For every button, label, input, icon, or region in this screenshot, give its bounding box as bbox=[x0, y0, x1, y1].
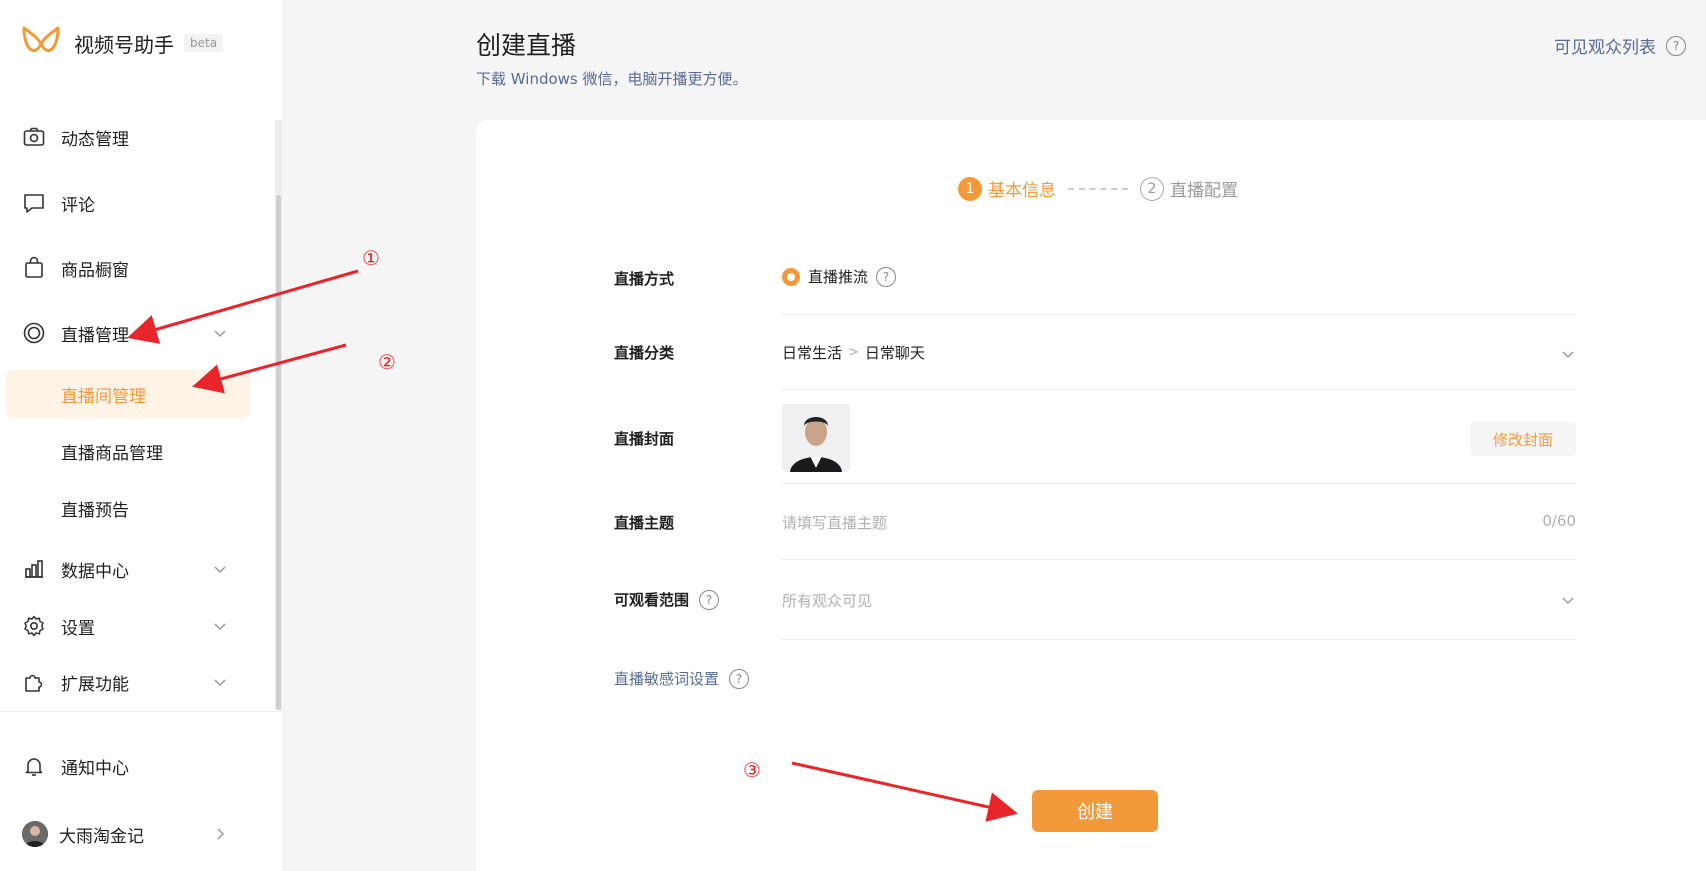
page-title: 创建直播 bbox=[476, 31, 577, 60]
sidebar-item-posts[interactable]: 动态管理 bbox=[0, 111, 282, 163]
topic-input[interactable]: 直播主题 请填写直播主题 0/60 bbox=[614, 510, 1576, 534]
sidebar-subitem-label: 直播预告 bbox=[61, 500, 129, 521]
puzzle-icon bbox=[25, 674, 43, 692]
topic-char-counter: 0/60 bbox=[1542, 512, 1576, 530]
help-icon[interactable]: ? bbox=[876, 266, 897, 287]
row-divider bbox=[782, 483, 1576, 484]
sidebar-item-label: 直播管理 bbox=[61, 325, 129, 346]
field-label: 直播分类 bbox=[614, 344, 675, 362]
gear-icon bbox=[24, 615, 44, 637]
sidebar-item-label: 评论 bbox=[61, 195, 95, 216]
sidebar-item-label: 数据中心 bbox=[61, 561, 129, 582]
channels-logo-icon bbox=[22, 26, 60, 52]
sidebar-subitem-label: 直播商品管理 bbox=[61, 443, 163, 464]
step-number: 2 bbox=[1140, 176, 1164, 201]
annotation-marker-2: ② bbox=[378, 350, 396, 374]
category-main: 日常生活 bbox=[782, 344, 843, 362]
help-icon[interactable]: ? bbox=[1666, 35, 1686, 56]
field-label: 直播封面 bbox=[614, 430, 675, 448]
chevron-right-icon bbox=[217, 828, 225, 840]
category-sub: 日常聊天 bbox=[864, 344, 925, 362]
sidebar-item-label: 扩展功能 bbox=[61, 674, 129, 695]
chevron-down-icon bbox=[214, 330, 226, 338]
chevron-down-icon bbox=[1562, 351, 1574, 359]
step-number: 1 bbox=[958, 176, 982, 201]
row-divider bbox=[782, 389, 1576, 390]
sidebar-item-label: 商品橱窗 bbox=[61, 260, 129, 281]
help-icon[interactable]: ? bbox=[729, 668, 750, 689]
sidebar-item-label: 动态管理 bbox=[61, 129, 129, 150]
mode-value: 直播推流 bbox=[808, 268, 869, 286]
viewer-list-link[interactable]: 可见观众列表 ? bbox=[1554, 33, 1686, 58]
sidebar-subitem-live-preview[interactable]: 直播预告 bbox=[0, 484, 282, 532]
category-value: 日常生活 > 日常聊天 bbox=[782, 342, 925, 363]
form-row-mode: 直播方式 直播推流 ? bbox=[614, 266, 1576, 306]
live-ring-icon bbox=[23, 322, 45, 344]
annotation-marker-1: ① bbox=[362, 246, 380, 270]
chevron-right-icon: > bbox=[848, 345, 859, 360]
sidebar-scroll-thumb[interactable] bbox=[276, 195, 281, 710]
sidebar: 视频号助手 beta 动态管理 评论 商品橱窗 直播管理 直播间管理 直播商品管… bbox=[0, 0, 282, 871]
comment-icon bbox=[24, 194, 44, 213]
sidebar-item-extensions[interactable]: 扩展功能 bbox=[0, 656, 282, 708]
steps-indicator: 1 基本信息 2 直播配置 bbox=[958, 176, 1238, 201]
category-select[interactable]: 直播分类 日常生活 > 日常聊天 bbox=[614, 342, 1576, 366]
sensitive-label: 直播敏感词设置 bbox=[614, 670, 720, 688]
row-divider bbox=[782, 639, 1576, 640]
help-icon[interactable]: ? bbox=[699, 589, 720, 610]
step-label-basic-info: 基本信息 bbox=[988, 181, 1056, 201]
sidebar-item-data-center[interactable]: 数据中心 bbox=[0, 543, 282, 595]
sidebar-item-settings[interactable]: 设置 bbox=[0, 600, 282, 652]
row-divider bbox=[782, 314, 1576, 315]
row-divider bbox=[782, 559, 1576, 560]
mode-radio-option[interactable]: 直播推流 ? bbox=[782, 266, 897, 287]
range-label-text: 可观看范围 bbox=[614, 591, 690, 609]
sidebar-subitem-label: 直播间管理 bbox=[61, 386, 146, 407]
field-label: 可观看范围 ? bbox=[614, 589, 720, 610]
avatar bbox=[22, 821, 48, 847]
change-cover-button[interactable]: 修改封面 bbox=[1470, 422, 1576, 456]
range-value: 所有观众可见 bbox=[782, 592, 873, 610]
create-button[interactable]: 创建 bbox=[1032, 790, 1158, 832]
sidebar-item-label: 设置 bbox=[61, 618, 95, 639]
radio-selected-icon bbox=[782, 267, 800, 286]
field-label: 直播方式 bbox=[614, 270, 675, 288]
field-label: 直播主题 bbox=[614, 514, 675, 532]
sensitive-words-link[interactable]: 直播敏感词设置 ? bbox=[614, 668, 750, 689]
step-connector bbox=[1068, 187, 1128, 190]
create-live-card bbox=[476, 120, 1706, 871]
sidebar-item-live-management[interactable]: 直播管理 bbox=[0, 307, 282, 359]
sidebar-item-label: 通知中心 bbox=[61, 758, 129, 779]
app-logo[interactable]: 视频号助手 beta bbox=[20, 22, 224, 64]
camera-icon bbox=[23, 127, 45, 146]
sidebar-item-shop-window[interactable]: 商品橱窗 bbox=[0, 242, 282, 294]
beta-badge: beta bbox=[184, 34, 224, 52]
download-windows-link[interactable]: 下载 Windows 微信，电脑开播更方便。 bbox=[476, 68, 748, 89]
viewing-range-select[interactable]: 可观看范围 ? 所有观众可见 bbox=[614, 588, 1576, 612]
sidebar-divider bbox=[0, 711, 282, 712]
topic-placeholder: 请填写直播主题 bbox=[782, 514, 888, 532]
account-menu[interactable]: 大雨淘金记 bbox=[0, 808, 282, 860]
annotation-marker-3: ③ bbox=[743, 758, 761, 782]
bar-chart-icon bbox=[25, 560, 43, 578]
bell-icon bbox=[25, 758, 43, 776]
shopping-bag-icon bbox=[25, 256, 43, 278]
app-title: 视频号助手 bbox=[74, 32, 174, 57]
sidebar-subitem-live-products[interactable]: 直播商品管理 bbox=[0, 427, 282, 475]
viewer-list-label: 可见观众列表 bbox=[1554, 38, 1656, 58]
chevron-down-icon bbox=[214, 679, 226, 687]
account-name: 大雨淘金记 bbox=[59, 826, 144, 847]
chevron-down-icon bbox=[1562, 597, 1574, 605]
sidebar-subitem-live-room[interactable]: 直播间管理 bbox=[0, 370, 282, 418]
form-row-cover: 直播封面 修改封面 bbox=[614, 404, 1576, 472]
sidebar-item-notifications[interactable]: 通知中心 bbox=[0, 740, 282, 792]
chevron-down-icon bbox=[214, 623, 226, 631]
cover-image[interactable] bbox=[782, 404, 850, 472]
sidebar-item-comments[interactable]: 评论 bbox=[0, 177, 282, 229]
chevron-down-icon bbox=[214, 566, 226, 574]
step-label-live-config: 直播配置 bbox=[1170, 181, 1238, 201]
